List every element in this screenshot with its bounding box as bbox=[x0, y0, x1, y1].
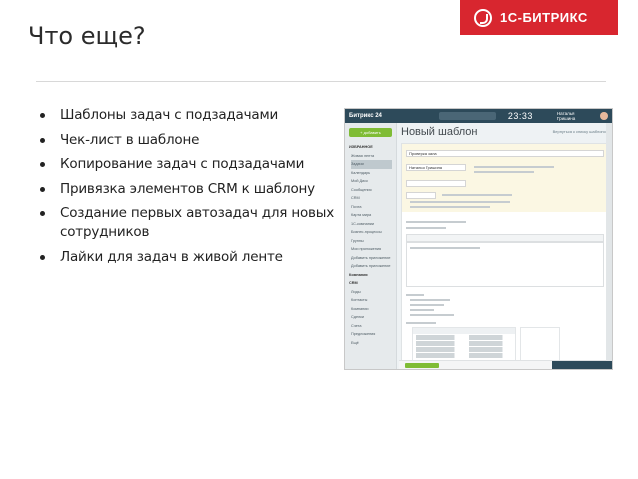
screenshot-app-name: Битрикс 24 bbox=[349, 113, 382, 119]
screenshot-sidebar-item: Ещё bbox=[351, 340, 359, 345]
bullet-icon bbox=[40, 186, 45, 192]
screenshot-task-title-field: Проверка зала bbox=[406, 150, 604, 157]
embedded-screenshot: Битрикс 24 23:33 Наталья Гришина + добав… bbox=[344, 108, 613, 370]
screenshot-form-line bbox=[410, 201, 510, 203]
screenshot-sidebar-item: Живая лента bbox=[351, 153, 375, 158]
screenshot-sidebar-item: Предложения bbox=[351, 332, 376, 336]
brand-logo-icon bbox=[474, 8, 492, 27]
screenshot-template-form: Проверка зала Наталья Гришина bbox=[401, 143, 609, 367]
screenshot-editor-line bbox=[410, 247, 480, 249]
bullet-icon bbox=[40, 113, 45, 118]
screenshot-checklist-line bbox=[410, 309, 434, 311]
screenshot-clock: 23:33 bbox=[507, 111, 533, 121]
screenshot-table-row bbox=[416, 341, 512, 346]
screenshot-table-row bbox=[416, 347, 512, 352]
feature-item: Привязка элементов CRM к шаблону bbox=[36, 180, 336, 199]
screenshot-sidebar-item: Календарь bbox=[351, 170, 371, 175]
screenshot-form-line bbox=[474, 166, 554, 168]
feature-item: Чек-лист в шаблоне bbox=[36, 131, 336, 150]
screenshot-checklist-line bbox=[410, 314, 454, 316]
brand-logo: 1С-БИТРИКС bbox=[460, 0, 618, 35]
bullet-icon bbox=[40, 211, 45, 216]
screenshot-sidebar-item: Почта bbox=[351, 204, 362, 209]
screenshot-form-line bbox=[474, 171, 534, 173]
screenshot-sidebar-item: Сделки bbox=[351, 315, 364, 319]
feature-item: Создание первых автозадач для новых сотр… bbox=[36, 204, 336, 242]
screenshot-table-header bbox=[413, 328, 515, 334]
screenshot-add-button: + добавить bbox=[349, 128, 392, 137]
screenshot-form-line bbox=[442, 194, 512, 196]
screenshot-editor-toolbar bbox=[406, 234, 604, 242]
screenshot-sidebar-item: Карта мира bbox=[351, 213, 372, 217]
screenshot-sidebar: + добавить ИЗБРАННОЕ Живая лента Задачи … bbox=[345, 123, 397, 369]
screenshot-main: Новый шаблон Вернуться к списку шаблонов… bbox=[399, 123, 612, 369]
screenshot-sidebar-item: Группы bbox=[351, 238, 364, 243]
screenshot-sidebar-item: Лиды bbox=[351, 289, 361, 294]
screenshot-editor bbox=[406, 242, 604, 287]
screenshot-table-row bbox=[416, 335, 512, 340]
bullet-icon bbox=[40, 137, 45, 143]
screenshot-header: Битрикс 24 23:33 Наталья Гришина bbox=[345, 109, 612, 123]
screenshot-responsible-field: Наталья Гришина bbox=[406, 164, 466, 171]
screenshot-sidebar-item: Компания bbox=[349, 272, 368, 277]
screenshot-checklist-line bbox=[410, 299, 450, 301]
screenshot-sidebar-item: Счета bbox=[351, 323, 362, 328]
screenshot-search bbox=[438, 112, 496, 120]
screenshot-table-row bbox=[416, 353, 512, 358]
screenshot-sidebar-item: Добавить приложение bbox=[351, 264, 391, 268]
slide-title: Что еще? bbox=[28, 22, 146, 50]
screenshot-back-link: Вернуться к списку шаблонов bbox=[552, 129, 608, 134]
screenshot-form-line bbox=[406, 322, 436, 324]
feature-item: Шаблоны задач с подзадачами bbox=[36, 106, 336, 125]
feature-text: Шаблоны задач с подзадачами bbox=[60, 107, 279, 123]
feature-text: Копирование задач с подзадачами bbox=[60, 156, 305, 172]
screenshot-sidebar-item: 1С-компании bbox=[351, 221, 375, 226]
feature-text: Создание первых автозадач для новых сотр… bbox=[60, 205, 335, 240]
screenshot-sidebar-item: CRM bbox=[351, 196, 360, 200]
screenshot-form-line bbox=[406, 227, 446, 229]
title-divider bbox=[36, 81, 606, 82]
screenshot-sidebar-item: Добавить приложение bbox=[351, 255, 391, 260]
screenshot-sidebar-item: Бизнес-процессы bbox=[351, 230, 382, 234]
screenshot-save-button bbox=[405, 363, 439, 368]
feature-item: Лайки для задач в живой ленте bbox=[36, 248, 336, 267]
screenshot-checklist-line bbox=[406, 294, 424, 296]
screenshot-form-line bbox=[410, 206, 490, 208]
brand-name: 1С-БИТРИКС bbox=[500, 10, 588, 25]
screenshot-user-name: Наталья Гришина bbox=[556, 111, 576, 121]
screenshot-sidebar-item: Компании bbox=[351, 306, 369, 311]
bullet-icon bbox=[40, 162, 45, 167]
feature-item: Копирование задач с подзадачами bbox=[36, 155, 336, 174]
screenshot-chat-bar bbox=[552, 361, 612, 369]
feature-text: Привязка элементов CRM к шаблону bbox=[60, 180, 315, 197]
bullet-icon bbox=[40, 254, 45, 260]
screenshot-sidebar-item: Мои приложения bbox=[351, 247, 382, 251]
feature-text: Лайки для задач в живой ленте bbox=[60, 248, 283, 265]
screenshot-sidebar-item: Сообщения bbox=[351, 187, 372, 192]
screenshot-sidebar-item: CRM bbox=[349, 281, 358, 285]
screenshot-sidebar-item: ИЗБРАННОЕ bbox=[349, 145, 373, 149]
screenshot-sidebar-item: Контакты bbox=[351, 298, 368, 302]
screenshot-form-field bbox=[406, 192, 436, 199]
screenshot-avatar bbox=[600, 112, 609, 120]
screenshot-sidebar-item: Задачи bbox=[351, 160, 392, 169]
feature-list: Шаблоны задач с подзадачами Чек-лист в ш… bbox=[36, 106, 336, 272]
screenshot-form-line bbox=[406, 221, 466, 223]
screenshot-sidebar-item: Мой Диск bbox=[351, 179, 368, 183]
screenshot-checklist-line bbox=[410, 304, 444, 306]
feature-text: Чек-лист в шаблоне bbox=[60, 131, 200, 148]
screenshot-form-field bbox=[406, 180, 466, 187]
screenshot-right-rail bbox=[606, 123, 612, 369]
screenshot-page-title: Новый шаблон bbox=[401, 126, 478, 138]
